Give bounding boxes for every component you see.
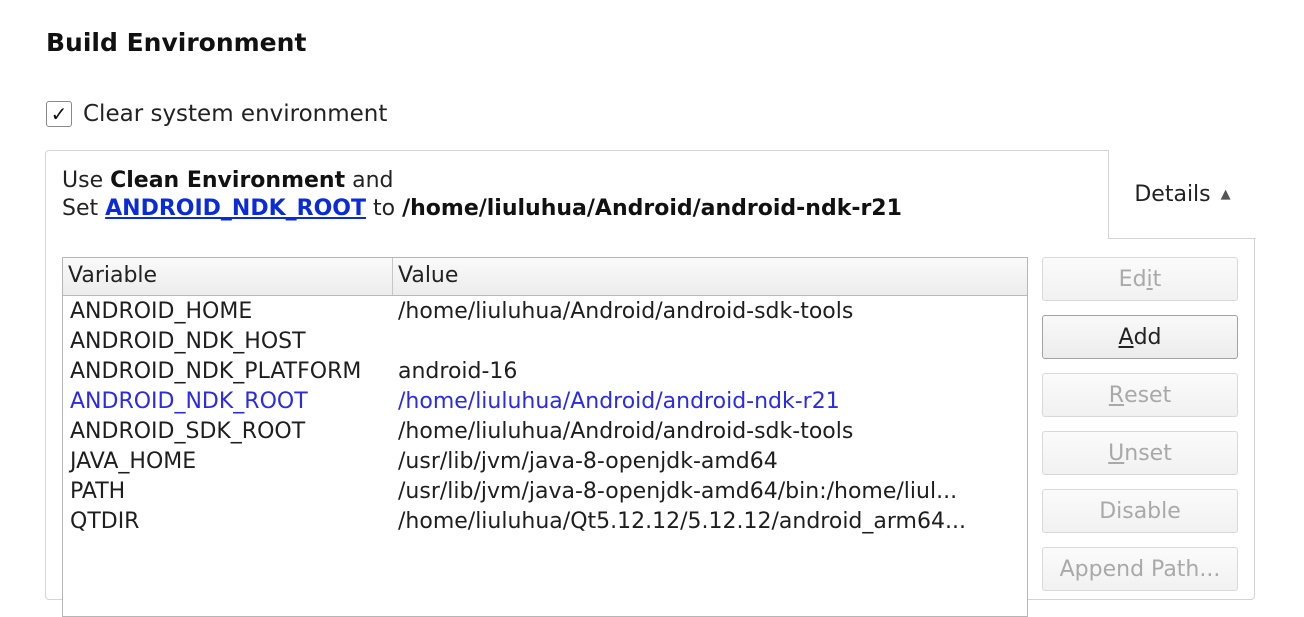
value-cell: /home/liuluhua/Android/android-ndk-r21: [398, 389, 840, 414]
table-row[interactable]: JAVA_HOME/usr/lib/jvm/java-8-openjdk-amd…: [63, 447, 1027, 477]
variable-cell: JAVA_HOME: [70, 449, 197, 474]
add-button[interactable]: Add: [1042, 315, 1238, 359]
details-toggle[interactable]: Details ▲: [1108, 150, 1256, 239]
triangle-up-icon: ▲: [1220, 186, 1231, 202]
append-path-button[interactable]: Append Path...: [1042, 547, 1238, 591]
section-title: Build Environment: [46, 28, 307, 57]
table-row[interactable]: ANDROID_NDK_ROOT/home/liuluhua/Android/a…: [63, 387, 1027, 417]
value-cell: [396, 327, 1022, 357]
table-row[interactable]: ANDROID_NDK_PLATFORM android-16: [63, 357, 1027, 387]
value-cell: /usr/lib/jvm/java-8-openjdk-amd64: [398, 449, 778, 474]
value-cell: /home/liuluhua/Android/android-sdk-tools: [398, 299, 854, 324]
summary-ndk-path: /home/liuluhua/Android/android-ndk-r21: [402, 196, 902, 221]
table-body: ANDROID_HOME/home/liuluhua/Android/andro…: [63, 296, 1027, 537]
variable-cell: ANDROID_HOME: [70, 299, 253, 324]
variable-cell: QTDIR: [70, 509, 140, 534]
table-row[interactable]: ANDROID_SDK_ROOT/home/liuluhua/Android/a…: [63, 417, 1027, 447]
clear-environment-label[interactable]: Clear system environment: [83, 101, 387, 127]
variable-cell: ANDROID_SDK_ROOT: [70, 419, 306, 444]
table-row[interactable]: PATH/usr/lib/jvm/java-8-openjdk-amd64/bi…: [63, 477, 1027, 507]
checkmark-icon: ✓: [50, 102, 68, 126]
disable-button[interactable]: Disable: [1042, 489, 1238, 533]
environment-summary: Use Clean Environment and Set ANDROID_ND…: [62, 167, 902, 223]
reset-button[interactable]: Reset: [1042, 373, 1238, 417]
table-row[interactable]: QTDIR/home/liuluhua/Qt5.12.12/5.12.12/an…: [63, 507, 1027, 537]
value-cell: /usr/lib/jvm/java-8-openjdk-amd64/bin:/h…: [398, 479, 958, 504]
variable-cell: ANDROID_NDK_ROOT: [70, 389, 308, 414]
variable-cell: PATH: [70, 479, 126, 504]
value-cell: android-16: [398, 359, 518, 384]
value-cell: /home/liuluhua/Android/android-sdk-tools: [398, 419, 854, 444]
summary-line-2: Set ANDROID_NDK_ROOT to /home/liuluhua/A…: [62, 196, 902, 221]
unset-button[interactable]: Unset: [1042, 431, 1238, 475]
variable-cell: ANDROID_NDK_HOST: [70, 329, 306, 354]
clear-environment-checkbox[interactable]: ✓: [46, 101, 72, 127]
details-label: Details: [1134, 181, 1211, 207]
clear-environment-checkbox-row[interactable]: ✓ Clear system environment: [46, 101, 387, 127]
android-ndk-root-link[interactable]: ANDROID_NDK_ROOT: [105, 196, 366, 221]
table-header: Variable Value: [63, 258, 1027, 296]
variable-column-header[interactable]: Variable: [63, 258, 393, 295]
summary-line-1: Use Clean Environment and: [62, 168, 394, 193]
summary-clean-environment: Clean Environment: [110, 168, 346, 193]
environment-buttons: Ed i t Add Reset Unset Disable Append Path...: [1042, 257, 1238, 605]
value-column-header[interactable]: Value: [393, 258, 1027, 295]
table-row[interactable]: ANDROID_NDK_HOST: [63, 327, 1027, 357]
environment-details-panel: Use Clean Environment and Set ANDROID_ND…: [45, 150, 1256, 617]
variable-cell: ANDROID_NDK_PLATFORM: [70, 359, 362, 384]
edit-button[interactable]: Ed i t: [1042, 257, 1238, 301]
value-cell: /home/liuluhua/Qt5.12.12/5.12.12/android…: [398, 509, 966, 534]
table-row[interactable]: ANDROID_HOME/home/liuluhua/Android/andro…: [63, 297, 1027, 327]
environment-table[interactable]: Variable Value ANDROID_HOME/home/liuluhu…: [62, 257, 1028, 617]
